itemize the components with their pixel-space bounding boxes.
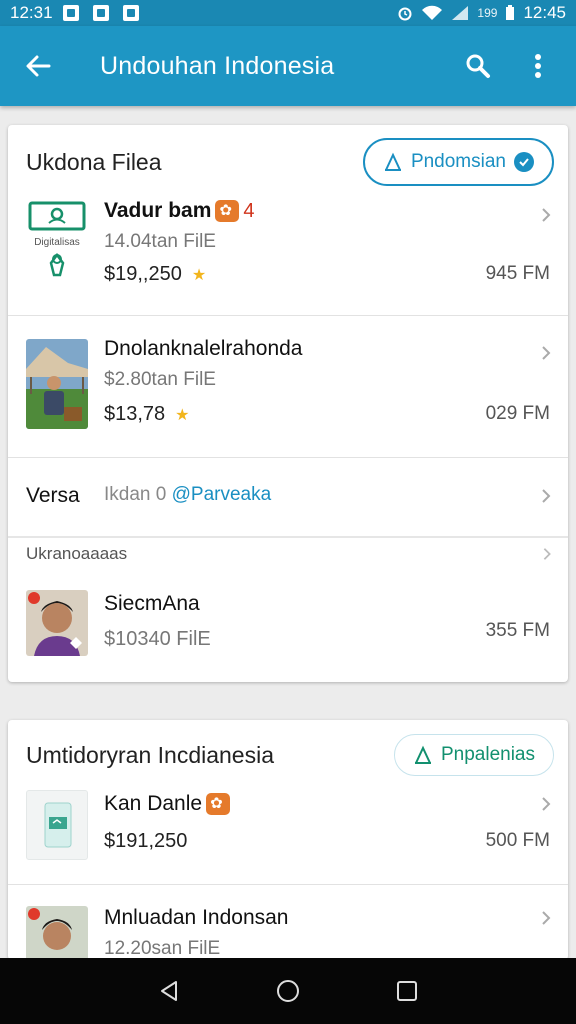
item-subtitle: 12.20san FilE — [104, 938, 221, 959]
nav-back-button[interactable] — [149, 971, 189, 1011]
item-price: $191,250 — [104, 830, 188, 852]
app-bar: Undouhan Indonesia — [0, 26, 576, 106]
status-time-left: 12:31 — [10, 3, 53, 22]
subsection-header[interactable]: Ukranoaaaas — [8, 538, 568, 570]
section-title: Ukdona Filea — [26, 148, 162, 175]
more-vert-icon — [535, 54, 541, 78]
status-bar: 12:31 199 12:45 — [0, 0, 576, 26]
flower-badge-icon — [215, 200, 240, 222]
chevron-right-icon — [542, 208, 551, 222]
chevron-right-icon — [543, 548, 551, 560]
item-size: 500 FM — [485, 830, 550, 851]
download-arrow-icon — [384, 152, 401, 171]
message-notification-icon — [92, 5, 109, 21]
badge-count: 4 — [243, 199, 255, 222]
versa-label: Versa — [26, 484, 80, 507]
back-button[interactable] — [16, 44, 60, 88]
section-header: Umtidoryran Incdianesia Pnpalenias — [26, 730, 554, 780]
item-size: 029 FM — [485, 403, 550, 424]
download-notification-icon — [122, 5, 139, 21]
item-price: $13,78 ★ — [104, 403, 190, 425]
nav-recents-button[interactable] — [387, 971, 427, 1011]
more-options-button[interactable] — [516, 44, 560, 88]
filter-pill-label: Pnpalenias — [440, 744, 535, 765]
versa-row[interactable]: Versa Ikdan 0 @Parveaka — [8, 458, 568, 536]
item-name: Dnolanknalelrahonda — [104, 337, 303, 360]
status-time-right: 12:45 — [523, 3, 566, 22]
files-card: Umtidoryran Incdianesia Pnpalenias Kan D… — [8, 720, 568, 960]
flower-badge-icon — [206, 793, 231, 815]
item-size: 355 FM — [485, 620, 550, 641]
item-name: SiecmAna — [104, 592, 200, 615]
chevron-right-icon — [542, 346, 551, 360]
download-arrow-icon — [414, 745, 431, 764]
files-card: Ukdona Filea Pndomsian Digitalisas Vadur… — [8, 125, 568, 682]
verified-icon — [514, 152, 534, 172]
section-title: Umtidoryran Incdianesia — [26, 741, 275, 768]
item-name: Kan Danle — [104, 792, 231, 816]
signal-icon — [452, 6, 469, 20]
search-button[interactable] — [456, 44, 500, 88]
star-icon: ★ — [175, 405, 190, 424]
battery-percent: 199 — [477, 6, 498, 20]
chevron-right-icon — [542, 489, 551, 503]
star-icon: ★ — [191, 265, 207, 284]
avatar-thumbnail — [26, 590, 88, 656]
nav-back-icon — [161, 981, 178, 1001]
app-thumbnail: Digitalisas — [26, 199, 88, 283]
nav-recents-icon — [396, 981, 417, 1001]
item-subtitle: 14.04tan FilE — [104, 231, 216, 252]
chevron-right-icon — [542, 797, 551, 811]
battery-icon — [506, 5, 515, 20]
search-icon — [466, 54, 490, 78]
list-item[interactable]: Digitalisas Vadur bam 4 14.04tan FilE $1… — [8, 195, 568, 315]
item-name: Vadur bam 4 — [104, 199, 255, 223]
nav-home-button[interactable] — [268, 971, 308, 1011]
item-size: 945 FM — [485, 263, 550, 284]
chevron-right-icon — [542, 911, 551, 925]
avatar-thumbnail — [26, 906, 88, 960]
item-name: Mnluadan Indonsan — [104, 906, 289, 929]
app-thumbnail — [26, 790, 88, 860]
system-nav-bar — [0, 958, 576, 1024]
list-item[interactable]: Mnluadan Indonsan 12.20san FilE — [8, 900, 568, 960]
thumbnail-caption: Digitalisas — [34, 237, 80, 248]
item-subtitle: $10340 FilE — [104, 628, 211, 650]
filter-pill-button[interactable]: Pnpalenias — [393, 734, 554, 776]
item-subtitle: $2.80tan FilE — [104, 369, 216, 390]
page-title: Undouhan Indonesia — [100, 51, 335, 80]
list-item[interactable]: Dnolanknalelrahonda $2.80tan FilE $13,78… — [8, 333, 568, 457]
versa-text: Ikdan 0 @Parveaka — [104, 484, 272, 505]
alarm-icon — [398, 7, 412, 21]
filter-pill-label: Pndomsian — [410, 151, 506, 172]
arrow-back-icon — [26, 55, 51, 77]
item-price: $19,,250 ★ — [104, 263, 207, 285]
nav-home-icon — [276, 980, 299, 1002]
section-header: Ukdona Filea Pndomsian — [26, 137, 554, 187]
list-item[interactable]: Kan Danle $191,250 500 FM — [8, 788, 568, 884]
versa-link[interactable]: @Parveaka — [172, 484, 272, 505]
subsection-label: Ukranoaaaas — [26, 544, 128, 563]
wifi-icon — [422, 5, 443, 20]
image-notification-icon — [62, 5, 79, 21]
list-item[interactable]: SiecmAna $10340 FilE 355 FM — [8, 580, 568, 670]
divider — [8, 315, 568, 316]
divider — [8, 884, 568, 885]
photo-thumbnail — [26, 339, 88, 429]
filter-pill-button[interactable]: Pndomsian — [362, 138, 554, 186]
